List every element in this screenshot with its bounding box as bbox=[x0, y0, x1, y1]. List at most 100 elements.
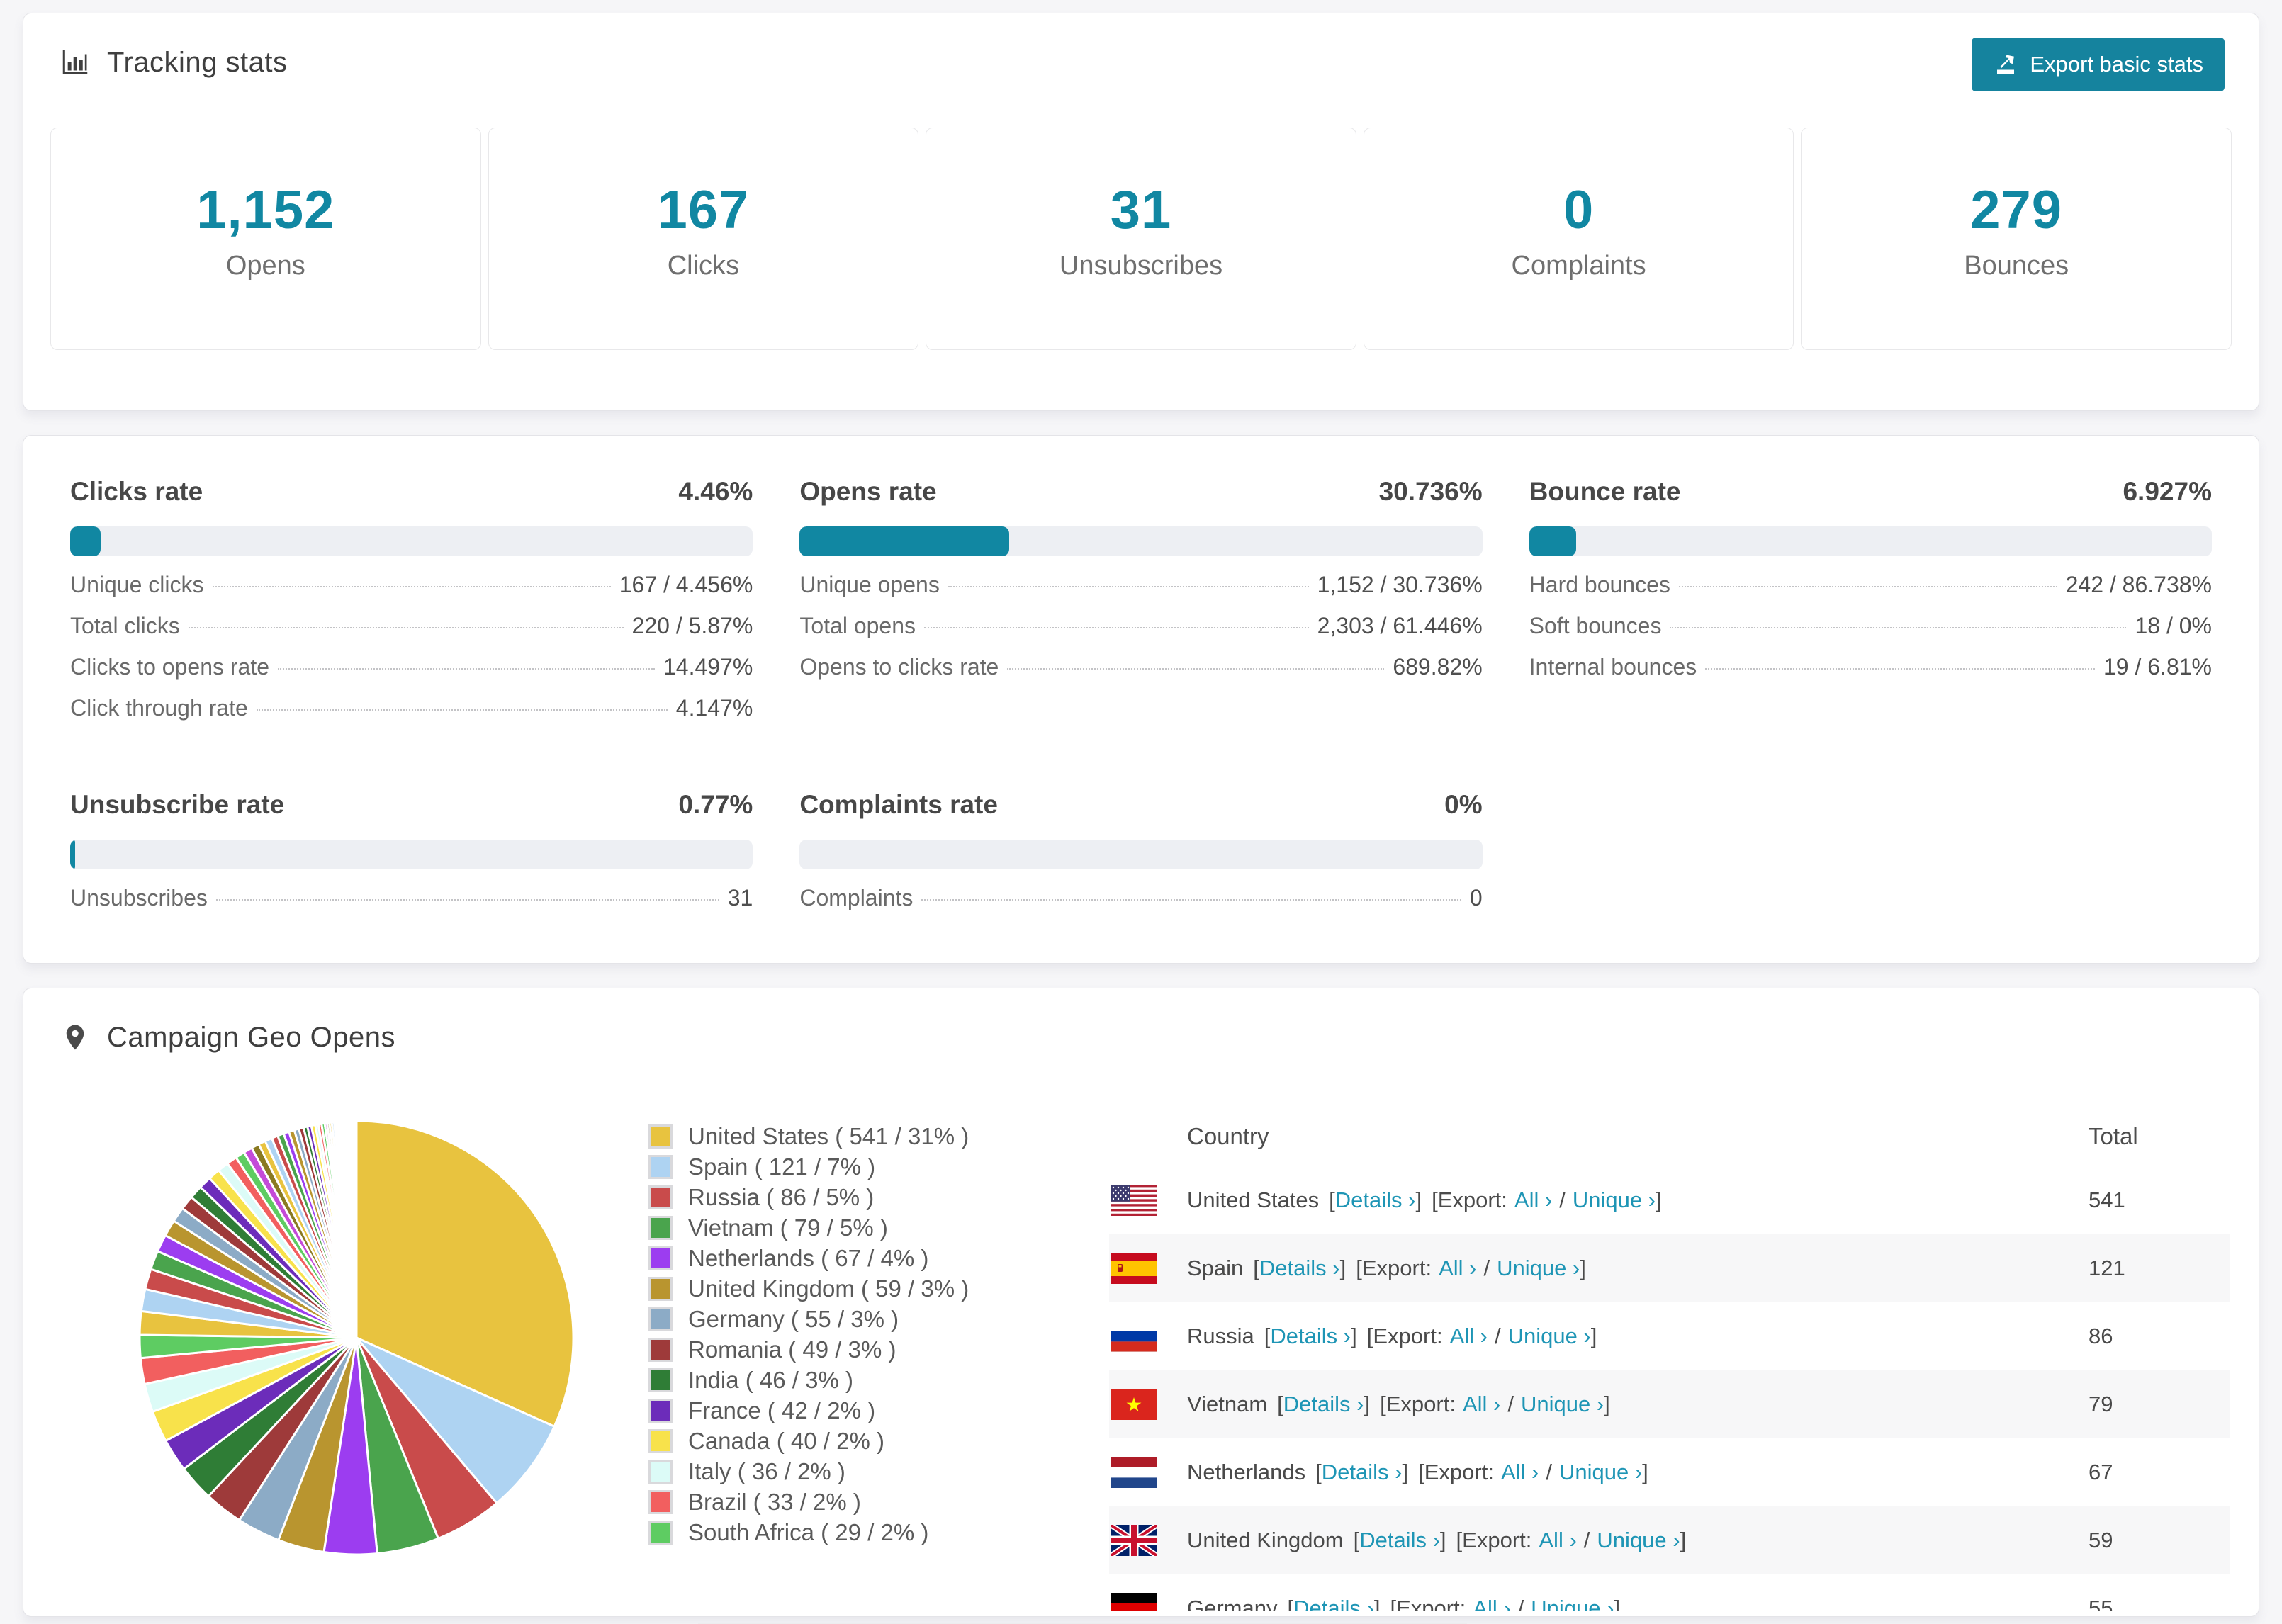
clicks-rate-progressbar bbox=[70, 526, 753, 556]
legend-item[interactable]: India ( 46 / 3% ) bbox=[648, 1365, 1003, 1395]
bounce-rate-section: Bounce rate 6.927% Hard bounces 242 / 86.… bbox=[1529, 477, 2212, 736]
complaints-rate-section: Complaints rate 0% Complaints 0 bbox=[799, 790, 1483, 926]
rate-value: 6.927% bbox=[2123, 477, 2212, 506]
legend-item[interactable]: United States ( 541 / 31% ) bbox=[648, 1121, 1003, 1151]
export-basic-stats-button[interactable]: Export basic stats bbox=[1972, 38, 2225, 91]
legend-label: Brazil ( 33 / 2% ) bbox=[688, 1488, 861, 1515]
export-unique-link[interactable]: Unique › bbox=[1521, 1392, 1604, 1416]
table-row: United States [Details ›] [Export: All › / Un… bbox=[1109, 1166, 2230, 1234]
table-row: Vietnam [Details ›] [Export: All › / Unique ›… bbox=[1109, 1370, 2230, 1438]
country-total: 86 bbox=[2089, 1324, 2113, 1348]
export-all-link[interactable]: All › bbox=[1501, 1460, 1539, 1484]
legend-item[interactable]: Brazil ( 33 / 2% ) bbox=[648, 1487, 1003, 1517]
legend-swatch bbox=[648, 1337, 673, 1362]
unsubscribe-rate-progressbar bbox=[70, 840, 753, 869]
table-row: Spain [Details ›] [Export: All › / Unique ›] … bbox=[1109, 1234, 2230, 1302]
rate-title: Bounce rate bbox=[1529, 477, 1681, 506]
export-all-link[interactable]: All › bbox=[1463, 1392, 1500, 1416]
legend-swatch bbox=[648, 1368, 673, 1392]
rate-row: Hard bounces 242 / 86.738% bbox=[1529, 572, 2212, 597]
legend-label: India ( 46 / 3% ) bbox=[688, 1366, 853, 1393]
tracking-stats-header: Tracking stats Export basic stats bbox=[23, 13, 2259, 106]
legend-swatch bbox=[648, 1154, 673, 1179]
details-link[interactable]: Details › bbox=[1270, 1324, 1351, 1348]
export-all-link[interactable]: All › bbox=[1539, 1528, 1576, 1552]
legend-swatch bbox=[648, 1124, 673, 1149]
details-link[interactable]: Details › bbox=[1359, 1528, 1440, 1552]
country-name: United Kingdom bbox=[1187, 1528, 1344, 1552]
rate-value: 0% bbox=[1444, 790, 1483, 819]
export-unique-link[interactable]: Unique › bbox=[1573, 1188, 1656, 1212]
legend-item[interactable]: South Africa ( 29 / 2% ) bbox=[648, 1517, 1003, 1547]
legend-item[interactable]: Netherlands ( 67 / 4% ) bbox=[648, 1243, 1003, 1273]
stat-value: 279 bbox=[1970, 180, 2063, 240]
rate-row: Total opens 2,303 / 61.446% bbox=[799, 613, 1483, 638]
stat-label: Unsubscribes bbox=[1059, 251, 1223, 281]
table-row: United Kingdom [Details ›] [Export: All › / U… bbox=[1109, 1506, 2230, 1574]
rate-value: 30.736% bbox=[1378, 477, 1483, 506]
rate-row: Unique opens 1,152 / 30.736% bbox=[799, 572, 1483, 597]
rate-row: Opens to clicks rate 689.82% bbox=[799, 654, 1483, 680]
legend-swatch bbox=[648, 1307, 673, 1331]
stat-value: 167 bbox=[657, 180, 750, 240]
export-unique-link[interactable]: Unique › bbox=[1597, 1528, 1680, 1552]
stat-value: 1,152 bbox=[196, 180, 335, 240]
stat-label: Clicks bbox=[667, 251, 740, 281]
legend-label: Italy ( 36 / 2% ) bbox=[688, 1457, 845, 1484]
legend-item[interactable]: Romania ( 49 / 3% ) bbox=[648, 1334, 1003, 1365]
table-row: Netherlands [Details ›] [Export: All › / Uniq… bbox=[1109, 1438, 2230, 1506]
rate-value: 0.77% bbox=[678, 790, 753, 819]
unsubscribe-rate-section: Unsubscribe rate 0.77% Unsubscribes 31 bbox=[70, 790, 753, 926]
legend-item[interactable]: France ( 42 / 2% ) bbox=[648, 1395, 1003, 1426]
rate-row: Unique clicks 167 / 4.456% bbox=[70, 572, 753, 597]
legend-swatch bbox=[648, 1276, 673, 1301]
rate-row: Internal bounces 19 / 6.81% bbox=[1529, 654, 2212, 680]
legend-item[interactable]: Vietnam ( 79 / 5% ) bbox=[648, 1212, 1003, 1243]
legend-swatch bbox=[648, 1459, 673, 1484]
export-unique-link[interactable]: Unique › bbox=[1559, 1460, 1642, 1484]
campaign-geo-opens-card: Campaign Geo Opens United States ( 541 /… bbox=[23, 988, 2259, 1617]
country-total: 121 bbox=[2089, 1256, 2125, 1280]
legend-swatch bbox=[648, 1489, 673, 1514]
page-title: Tracking stats bbox=[107, 46, 288, 78]
details-link[interactable]: Details › bbox=[1293, 1596, 1374, 1611]
details-link[interactable]: Details › bbox=[1322, 1460, 1403, 1484]
rate-row: Soft bounces 18 / 0% bbox=[1529, 613, 2212, 638]
export-unique-link[interactable]: Unique › bbox=[1508, 1324, 1591, 1348]
legend-label: Spain ( 121 / 7% ) bbox=[688, 1153, 876, 1180]
flag-de-icon bbox=[1111, 1593, 1157, 1611]
legend-item[interactable]: Germany ( 55 / 3% ) bbox=[648, 1304, 1003, 1334]
details-link[interactable]: Details › bbox=[1335, 1188, 1416, 1212]
table-row: Russia [Details ›] [Export: All › / Unique ›]… bbox=[1109, 1302, 2230, 1370]
export-all-link[interactable]: All › bbox=[1473, 1596, 1510, 1611]
details-link[interactable]: Details › bbox=[1283, 1392, 1364, 1416]
details-link[interactable]: Details › bbox=[1259, 1256, 1340, 1280]
country-total: 541 bbox=[2089, 1188, 2125, 1212]
legend-label: Canada ( 40 / 2% ) bbox=[688, 1427, 884, 1454]
geo-pie-chart[interactable] bbox=[130, 1111, 583, 1564]
stat-opens: 1,152 Opens bbox=[50, 128, 481, 350]
stat-label: Opens bbox=[225, 251, 305, 281]
legend-swatch bbox=[648, 1185, 673, 1209]
country-total: 55 bbox=[2089, 1596, 2113, 1611]
legend-item[interactable]: Canada ( 40 / 2% ) bbox=[648, 1426, 1003, 1456]
export-unique-link[interactable]: Unique › bbox=[1497, 1256, 1580, 1280]
legend-label: Vietnam ( 79 / 5% ) bbox=[688, 1214, 888, 1241]
export-unique-link[interactable]: Unique › bbox=[1531, 1596, 1614, 1611]
legend-item[interactable]: Russia ( 86 / 5% ) bbox=[648, 1182, 1003, 1212]
opens-rate-progressbar bbox=[799, 526, 1483, 556]
legend-swatch bbox=[648, 1215, 673, 1240]
export-all-link[interactable]: All › bbox=[1450, 1324, 1488, 1348]
export-all-link[interactable]: All › bbox=[1514, 1188, 1552, 1212]
export-all-link[interactable]: All › bbox=[1439, 1256, 1476, 1280]
bounce-rate-progressbar bbox=[1529, 526, 2212, 556]
legend-item[interactable]: United Kingdom ( 59 / 3% ) bbox=[648, 1273, 1003, 1304]
geo-header: Campaign Geo Opens bbox=[23, 988, 2259, 1081]
legend-item[interactable]: Italy ( 36 / 2% ) bbox=[648, 1456, 1003, 1487]
legend-label: Romania ( 49 / 3% ) bbox=[688, 1336, 896, 1363]
stat-complaints: 0 Complaints bbox=[1363, 128, 1794, 350]
flag-gb-icon bbox=[1111, 1525, 1157, 1556]
export-icon bbox=[1993, 52, 2018, 77]
country-name: United States bbox=[1187, 1188, 1320, 1212]
legend-item[interactable]: Spain ( 121 / 7% ) bbox=[648, 1151, 1003, 1182]
